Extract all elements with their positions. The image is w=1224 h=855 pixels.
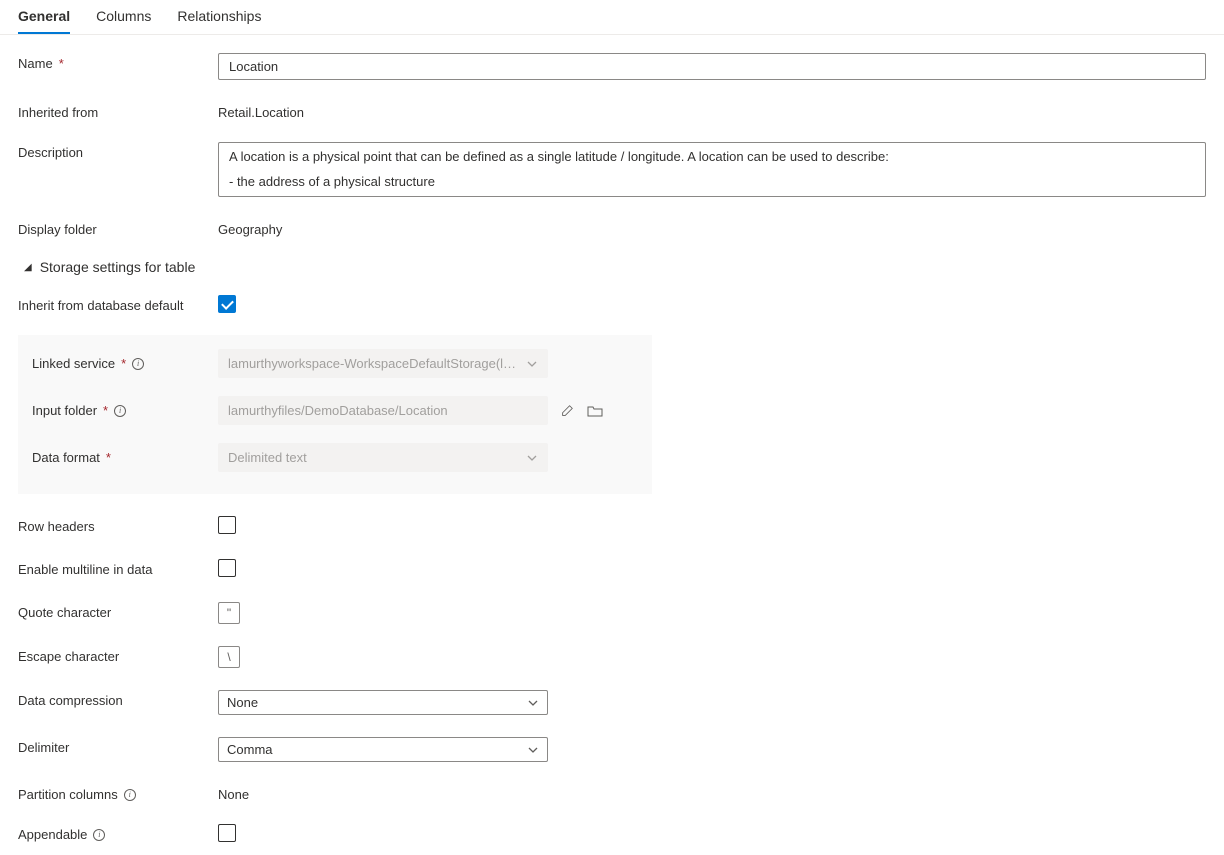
- partition-columns-value: None: [218, 784, 1206, 802]
- info-icon: i: [124, 789, 136, 801]
- tab-general[interactable]: General: [18, 0, 70, 34]
- chevron-down-icon: [527, 697, 539, 709]
- chevron-down-icon: [527, 744, 539, 756]
- display-folder-label: Display folder: [18, 219, 218, 237]
- input-folder-label: Input folder* i: [32, 403, 218, 418]
- row-headers-label: Row headers: [18, 516, 218, 534]
- tabs-bar: General Columns Relationships: [0, 0, 1224, 35]
- appendable-label: Appendable i: [18, 824, 218, 842]
- escape-char-input[interactable]: [218, 646, 240, 668]
- info-icon: i: [93, 829, 105, 841]
- data-compression-label: Data compression: [18, 690, 218, 708]
- multiline-checkbox[interactable]: [218, 559, 236, 577]
- collapse-icon: ◢: [24, 262, 32, 273]
- data-format-label: Data format*: [32, 450, 218, 465]
- chevron-down-icon: [526, 452, 538, 464]
- description-label: Description: [18, 142, 218, 160]
- partition-columns-label: Partition columns i: [18, 784, 218, 802]
- input-folder-input: lamurthyfiles/DemoDatabase/Location: [218, 396, 548, 425]
- linked-service-select: lamurthyworkspace-WorkspaceDefaultStorag…: [218, 349, 548, 378]
- inherit-default-label: Inherit from database default: [18, 295, 218, 313]
- multiline-label: Enable multiline in data: [18, 559, 218, 577]
- tab-columns[interactable]: Columns: [96, 0, 151, 34]
- tab-relationships[interactable]: Relationships: [177, 0, 261, 34]
- storage-settings-panel: Linked service* i lamurthyworkspace-Work…: [18, 335, 652, 494]
- inherit-default-checkbox[interactable]: [218, 295, 236, 313]
- general-form: Name* Inherited from Retail.Location Des…: [0, 35, 1224, 855]
- escape-char-label: Escape character: [18, 646, 218, 664]
- delimiter-select[interactable]: Comma: [218, 737, 548, 762]
- quote-char-input[interactable]: [218, 602, 240, 624]
- appendable-checkbox[interactable]: [218, 824, 236, 842]
- display-folder-value: Geography: [218, 219, 1206, 237]
- description-textarea[interactable]: A location is a physical point that can …: [218, 142, 1206, 197]
- linked-service-label: Linked service* i: [32, 356, 218, 371]
- chevron-down-icon: [526, 358, 538, 370]
- name-input[interactable]: [218, 53, 1206, 80]
- info-icon: i: [132, 358, 144, 370]
- storage-settings-toggle[interactable]: ◢ Storage settings for table: [24, 259, 1206, 275]
- quote-char-label: Quote character: [18, 602, 218, 620]
- name-label: Name*: [18, 53, 218, 71]
- data-compression-select[interactable]: None: [218, 690, 548, 715]
- info-icon: i: [114, 405, 126, 417]
- inherited-from-label: Inherited from: [18, 102, 218, 120]
- inherited-from-value: Retail.Location: [218, 102, 1206, 120]
- data-format-select: Delimited text: [218, 443, 548, 472]
- folder-icon: [586, 402, 604, 420]
- delimiter-label: Delimiter: [18, 737, 218, 755]
- row-headers-checkbox[interactable]: [218, 516, 236, 534]
- edit-icon: [558, 402, 576, 420]
